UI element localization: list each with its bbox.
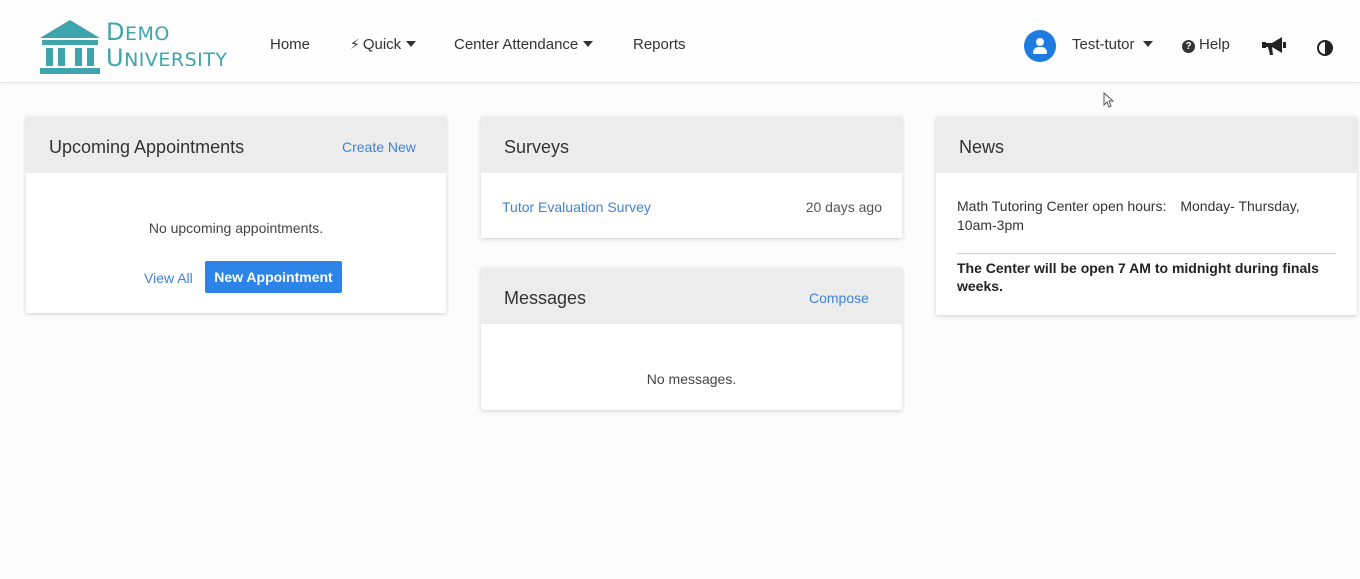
bolt-icon: ⚡︎ bbox=[350, 36, 360, 52]
empty-state-text: No messages. bbox=[646, 371, 737, 387]
news-item: The Center will be open 7 AM to midnight… bbox=[957, 260, 1319, 294]
compose-link[interactable]: Compose bbox=[809, 290, 869, 306]
brand-name: DEMO UNIVERSITY bbox=[106, 18, 228, 72]
view-all-link[interactable]: View All bbox=[144, 270, 193, 286]
mouse-cursor-icon bbox=[1103, 92, 1115, 108]
help-link[interactable]: ? Help bbox=[1182, 36, 1230, 53]
card-title: Messages bbox=[504, 288, 587, 308]
messages-card: Messages Compose No messages. bbox=[481, 268, 902, 410]
user-avatar-icon[interactable] bbox=[1024, 30, 1056, 62]
upcoming-appointments-card: Upcoming Appointments Create New No upco… bbox=[26, 117, 446, 313]
new-appointment-button[interactable]: New Appointment bbox=[205, 261, 342, 293]
contrast-icon[interactable] bbox=[1317, 40, 1333, 56]
user-menu-dropdown[interactable]: Test-tutor bbox=[1072, 36, 1153, 53]
news-card: News Math Tutoring Center open hours: Mon… bbox=[936, 117, 1357, 315]
top-navbar: DEMO UNIVERSITY Home ⚡︎ Quick Center Atte… bbox=[0, 0, 1360, 83]
question-circle-icon: ? bbox=[1182, 40, 1195, 53]
nav-home[interactable]: Home bbox=[270, 36, 310, 53]
caret-down-icon bbox=[583, 41, 594, 47]
nav-quick-dropdown[interactable]: ⚡︎ Quick bbox=[350, 36, 417, 53]
create-new-link[interactable]: Create New bbox=[342, 139, 416, 155]
card-title: Surveys bbox=[504, 137, 570, 157]
university-logo-icon bbox=[40, 20, 100, 74]
news-item: Math Tutoring Center open hours: Monday- … bbox=[957, 198, 1300, 233]
surveys-card: Surveys Tutor Evaluation Survey 20 days … bbox=[481, 117, 902, 238]
card-title: Upcoming Appointments bbox=[49, 137, 245, 157]
survey-age: 20 days ago bbox=[805, 199, 882, 215]
card-header: Surveys bbox=[481, 117, 902, 173]
caret-down-icon bbox=[1142, 41, 1153, 47]
caret-down-icon bbox=[406, 41, 417, 47]
survey-link[interactable]: Tutor Evaluation Survey bbox=[502, 199, 651, 215]
brand-logo[interactable]: DEMO UNIVERSITY bbox=[38, 14, 228, 74]
nav-center-attendance-dropdown[interactable]: Center Attendance bbox=[454, 36, 594, 53]
nav-reports[interactable]: Reports bbox=[633, 36, 686, 53]
card-header: Upcoming Appointments Create New bbox=[26, 117, 446, 173]
card-title: News bbox=[959, 137, 1005, 157]
card-header: Messages Compose bbox=[481, 268, 902, 324]
divider bbox=[957, 253, 1336, 254]
list-item: Tutor Evaluation Survey 20 days ago bbox=[502, 199, 882, 217]
empty-state-text: No upcoming appointments. bbox=[148, 220, 324, 236]
megaphone-icon[interactable] bbox=[1261, 34, 1287, 58]
card-header: News bbox=[936, 117, 1357, 173]
